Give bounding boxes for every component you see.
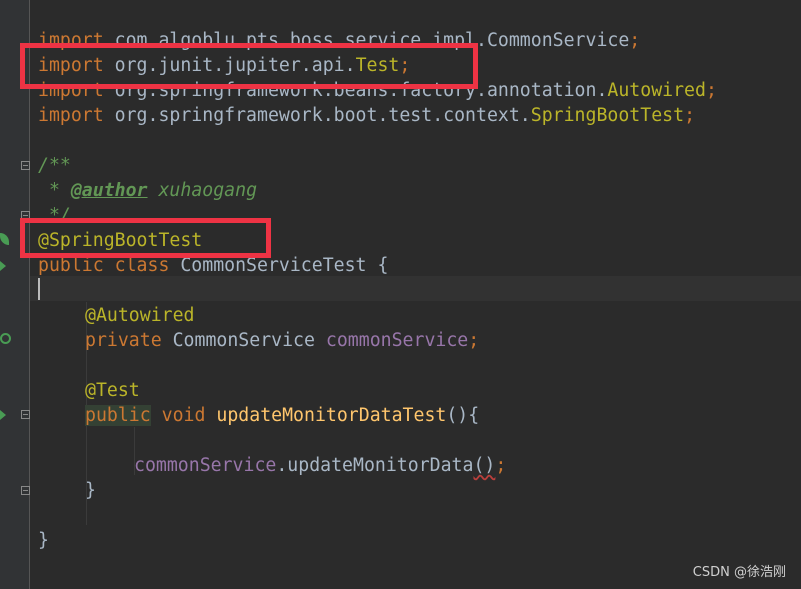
code-line-test-annotation: @Test (85, 380, 140, 401)
fold-toggle-icon[interactable] (21, 161, 30, 170)
code-line-javadoc-author: * @author xuhaogang (38, 180, 258, 201)
code-line-javadoc-open: /** (38, 155, 71, 176)
code-line-field-declaration: private CommonService commonService; (85, 330, 480, 351)
fold-toggle-icon[interactable] (21, 410, 30, 419)
highlight-box-import-test (20, 43, 478, 89)
current-line-highlight (30, 276, 801, 301)
code-line-import-springboottest: import org.springframework.boot.test.con… (38, 105, 696, 126)
autowired-bean-icon[interactable] (0, 333, 11, 344)
run-class-icon[interactable] (0, 261, 6, 271)
code-line-method-close: } (85, 480, 96, 501)
run-test-icon[interactable] (0, 410, 6, 420)
watermark: CSDN @徐浩刚 (692, 565, 786, 580)
fold-toggle-icon[interactable] (21, 486, 30, 495)
text-caret (38, 278, 40, 300)
code-line-method-declaration: public void updateMonitorDataTest(){ (85, 405, 480, 426)
code-line-autowired-annotation: @Autowired (85, 305, 195, 326)
highlight-box-springboottest (20, 218, 271, 258)
code-line-class-close: } (38, 530, 49, 551)
code-line-method-call: commonService.updateMonitorData(); (134, 455, 507, 476)
